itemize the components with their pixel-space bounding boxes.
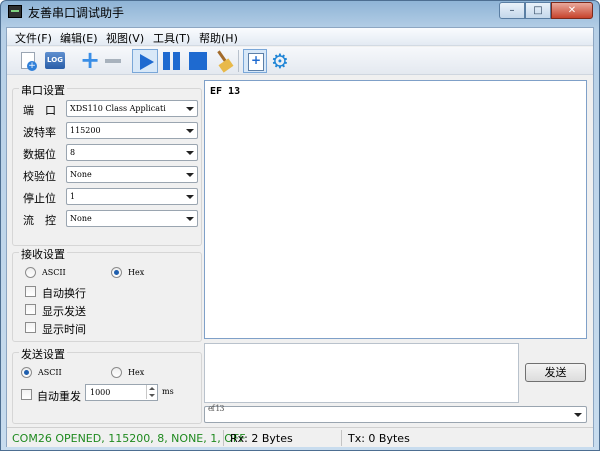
interval-unit-label: ms xyxy=(162,387,174,396)
send-button[interactable]: 发送 xyxy=(525,363,586,382)
port-row: 端 口 XDS110 Class Applicati xyxy=(23,100,199,117)
stepper-up-icon[interactable] xyxy=(146,385,157,392)
show-time-checkbox[interactable] xyxy=(25,322,36,333)
window-controls: – □ ✕ xyxy=(499,2,593,19)
auto-resend-label: 自动重发 xyxy=(37,390,81,403)
receive-content: EF 13 xyxy=(210,86,241,97)
window-title: 友善串口调试助手 xyxy=(28,6,125,20)
receive-textarea[interactable]: EF 13 xyxy=(204,80,587,339)
databits-select[interactable]: 8 xyxy=(66,144,198,161)
databits-row: 数据位 8 xyxy=(23,144,199,161)
menu-file[interactable]: 文件(F) xyxy=(15,30,52,46)
play-icon[interactable] xyxy=(132,49,158,73)
menu-edit[interactable]: 编辑(E) xyxy=(60,30,98,46)
status-bar: COM26 OPENED, 115200, 8, NONE, 1, OFF Rx… xyxy=(7,427,593,447)
status-separator xyxy=(223,430,224,446)
chevron-down-icon xyxy=(186,107,194,111)
show-send-label: 显示发送 xyxy=(42,305,86,318)
auto-resend-checkbox[interactable] xyxy=(21,389,32,400)
flowcontrol-row: 流 控 None xyxy=(23,210,199,227)
baudrate-label: 波特率 xyxy=(23,126,56,139)
app-icon xyxy=(8,5,22,18)
send-hex-label: Hex xyxy=(128,368,145,377)
chevron-down-icon xyxy=(186,217,194,221)
toolbar: + LOG + ⚙ xyxy=(7,47,593,75)
send-ascii-label: ASCII xyxy=(38,368,62,377)
receive-hex-label: Hex xyxy=(128,268,145,277)
flowcontrol-label: 流 控 xyxy=(23,214,56,227)
log-icon[interactable]: LOG xyxy=(44,50,66,72)
menu-help[interactable]: 帮助(H) xyxy=(199,30,238,46)
chevron-down-icon xyxy=(186,173,194,177)
serial-settings-title: 串口设置 xyxy=(19,82,67,98)
close-button[interactable]: ✕ xyxy=(551,2,593,19)
chevron-down-icon xyxy=(186,129,194,133)
stepper-down-icon[interactable] xyxy=(146,392,157,399)
settings-panel: 串口设置 端 口 XDS110 Class Applicati 波特率 1152… xyxy=(12,80,202,424)
receive-ascii-label: ASCII xyxy=(42,268,66,277)
rx-count: Rx: 2 Bytes xyxy=(230,432,293,445)
serial-settings-group: 串口设置 端 口 XDS110 Class Applicati 波特率 1152… xyxy=(12,82,202,246)
resend-interval-value: 1000 xyxy=(90,388,111,397)
status-separator xyxy=(341,430,342,446)
tx-count: Tx: 0 Bytes xyxy=(348,432,410,445)
title-bar[interactable]: 友善串口调试助手 – □ ✕ xyxy=(1,1,599,23)
receive-settings-title: 接收设置 xyxy=(19,246,67,262)
minimize-button[interactable]: – xyxy=(499,2,525,19)
pause-icon[interactable] xyxy=(161,50,183,72)
gear-icon[interactable]: ⚙ xyxy=(269,50,291,72)
receive-hex-radio[interactable] xyxy=(111,267,122,278)
chevron-down-icon xyxy=(574,413,582,417)
parity-row: 校验位 None xyxy=(23,166,199,183)
chevron-down-icon xyxy=(186,151,194,155)
new-document-icon[interactable]: + xyxy=(17,50,39,72)
send-history-select[interactable]: ef 13 xyxy=(204,404,587,423)
app-window: 友善串口调试助手 – □ ✕ 文件(F) 编辑(E) 视图(V) 工具(T) 帮… xyxy=(0,0,600,451)
auto-wrap-label: 自动换行 xyxy=(42,287,86,300)
parity-label: 校验位 xyxy=(23,170,56,183)
flowcontrol-select[interactable]: None xyxy=(66,210,198,227)
send-textarea[interactable] xyxy=(204,343,519,403)
parity-select[interactable]: None xyxy=(66,166,198,183)
receive-ascii-radio[interactable] xyxy=(25,267,36,278)
receive-settings-group: 接收设置 ASCII Hex 自动换行 显示发送 显示时间 xyxy=(12,246,202,342)
minus-icon[interactable] xyxy=(102,50,124,72)
auto-wrap-checkbox[interactable] xyxy=(25,286,36,297)
port-label: 端 口 xyxy=(23,104,56,117)
stopbits-row: 停止位 1 xyxy=(23,188,199,205)
resend-interval-stepper[interactable]: 1000 xyxy=(85,384,158,401)
chevron-down-icon xyxy=(186,195,194,199)
port-select[interactable]: XDS110 Class Applicati xyxy=(66,100,198,117)
show-send-checkbox[interactable] xyxy=(25,304,36,315)
menu-bar: 文件(F) 编辑(E) 视图(V) 工具(T) 帮助(H) xyxy=(7,28,593,46)
menu-view[interactable]: 视图(V) xyxy=(106,30,144,46)
send-hex-radio[interactable] xyxy=(111,367,122,378)
maximize-button[interactable]: □ xyxy=(525,2,551,19)
port-status: COM26 OPENED, 115200, 8, NONE, 1, OFF xyxy=(12,432,246,445)
stop-icon[interactable] xyxy=(187,50,209,72)
add-window-icon[interactable] xyxy=(243,49,267,73)
baudrate-row: 波特率 115200 xyxy=(23,122,199,139)
databits-label: 数据位 xyxy=(23,148,56,161)
client-area: 文件(F) 编辑(E) 视图(V) 工具(T) 帮助(H) + LOG + ⚙ … xyxy=(6,27,594,447)
send-history-value: ef 13 xyxy=(208,404,224,413)
send-ascii-radio[interactable] xyxy=(21,367,32,378)
send-settings-title: 发送设置 xyxy=(19,346,67,362)
show-time-label: 显示时间 xyxy=(42,323,86,336)
plus-icon[interactable]: + xyxy=(79,48,101,72)
stopbits-label: 停止位 xyxy=(23,192,56,205)
baudrate-select[interactable]: 115200 xyxy=(66,122,198,139)
broom-icon[interactable] xyxy=(212,50,234,73)
stopbits-select[interactable]: 1 xyxy=(66,188,198,205)
menu-tools[interactable]: 工具(T) xyxy=(153,30,190,46)
toolbar-separator xyxy=(238,50,239,72)
